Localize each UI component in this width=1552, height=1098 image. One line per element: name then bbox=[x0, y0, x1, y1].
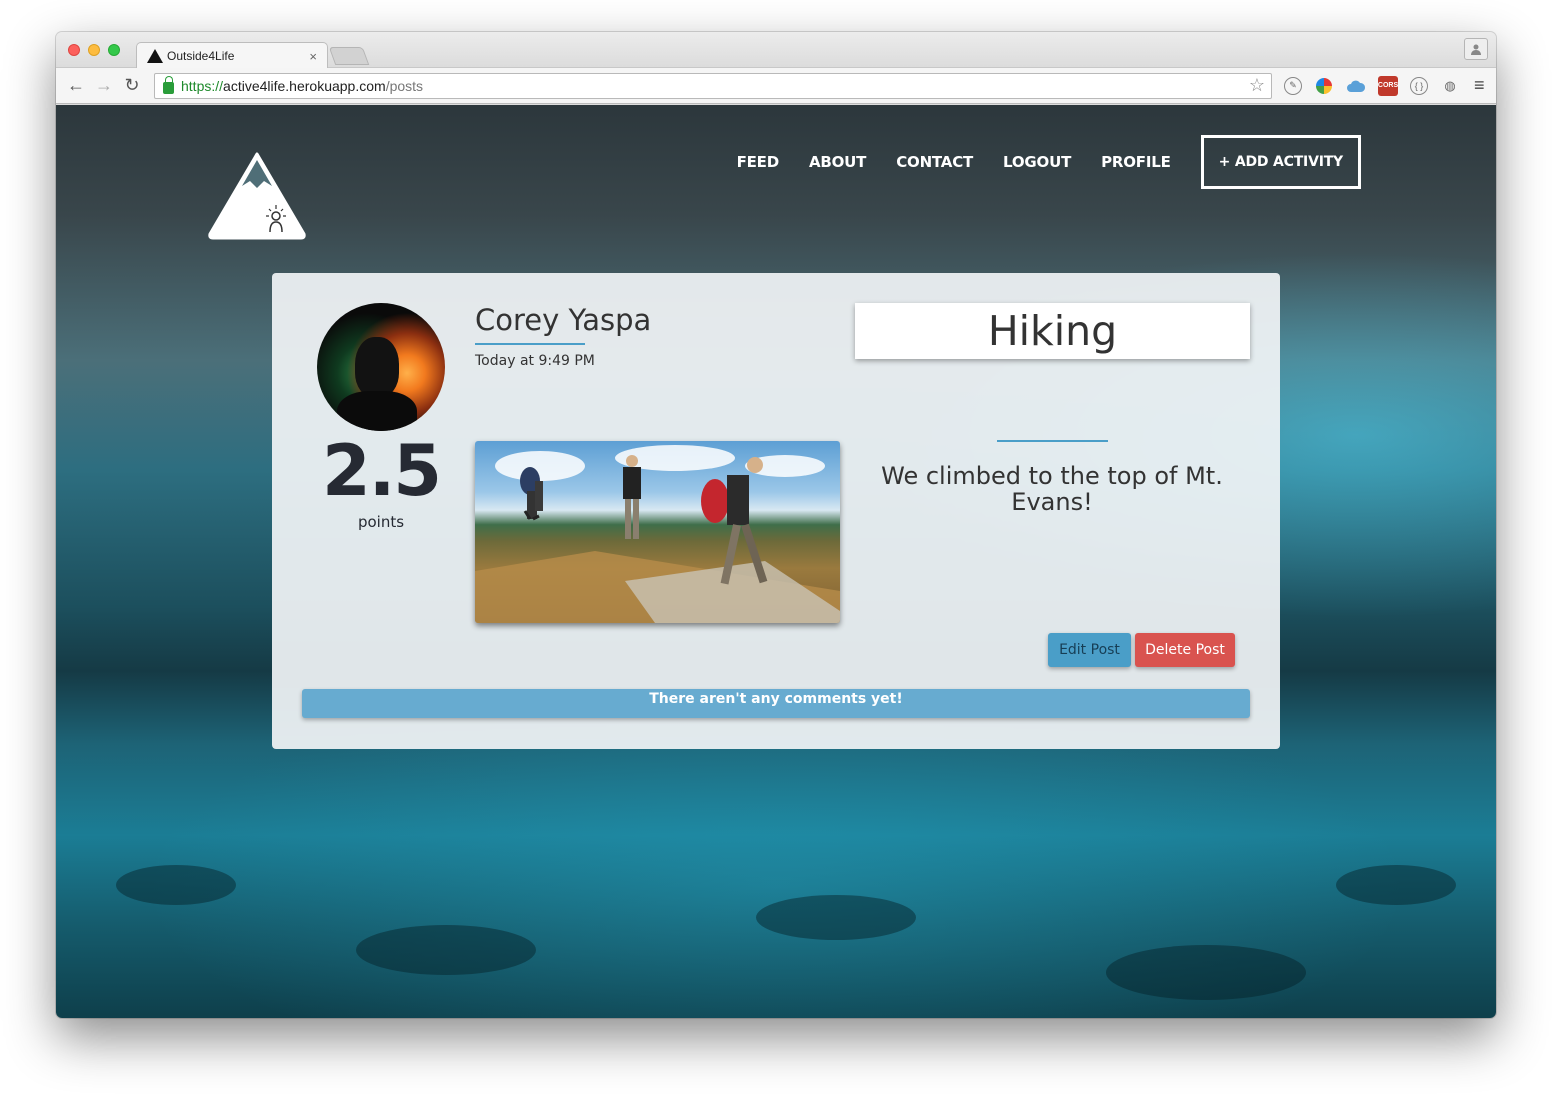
url-host: active4life.herokuapp.com bbox=[223, 77, 386, 94]
post-description: We climbed to the top of Mt. Evans! bbox=[881, 462, 1223, 516]
comments-bar: There aren't any comments yet! bbox=[302, 689, 1250, 718]
points-display: 2.5 points bbox=[317, 431, 445, 531]
profile-menu-icon[interactable] bbox=[1464, 38, 1488, 60]
zoom-window-button[interactable] bbox=[108, 44, 120, 56]
nav-about[interactable]: ABOUT bbox=[809, 153, 866, 171]
webpage-icon[interactable]: ◍ bbox=[1440, 76, 1460, 96]
points-value: 2.5 bbox=[321, 430, 442, 512]
hamburger-menu-icon[interactable]: ≡ bbox=[1474, 75, 1485, 96]
post-card: 2.5 points Corey Yaspa Today at 9:49 PM … bbox=[272, 273, 1280, 749]
browser-tab[interactable]: Outside4Life × bbox=[136, 42, 328, 69]
background-rock bbox=[1106, 945, 1306, 1000]
url-scheme: https:// bbox=[181, 77, 224, 94]
nav-logout[interactable]: LOGOUT bbox=[1003, 153, 1071, 171]
browser-window: Outside4Life × ← → ↻ https://active4life… bbox=[56, 32, 1496, 1018]
address-bar[interactable]: https://active4life.herokuapp.com/posts … bbox=[154, 72, 1272, 99]
forward-arrow-icon[interactable]: → bbox=[92, 74, 116, 98]
extensions-bar: ✎ CORS { } ◍ ≡ bbox=[1284, 75, 1485, 96]
cloud-icon[interactable] bbox=[1346, 76, 1366, 96]
bookmark-star-icon[interactable]: ☆ bbox=[1249, 75, 1265, 96]
post-timestamp: Today at 9:49 PM bbox=[475, 353, 595, 369]
color-picker-icon[interactable] bbox=[1314, 76, 1334, 96]
nav-feed[interactable]: FEED bbox=[737, 153, 780, 171]
browser-toolbar: ← → ↻ https://active4life.herokuapp.com /… bbox=[56, 68, 1496, 104]
page-content: FEED ABOUT CONTACT LOGOUT PROFILE + ADD … bbox=[56, 105, 1496, 1018]
name-divider bbox=[475, 343, 585, 345]
nav-contact[interactable]: CONTACT bbox=[896, 153, 973, 171]
mountain-favicon-icon bbox=[147, 49, 163, 63]
post-photo[interactable] bbox=[475, 441, 840, 623]
background-rock bbox=[116, 865, 236, 905]
description-divider bbox=[997, 440, 1108, 442]
tab-close-icon[interactable]: × bbox=[309, 49, 317, 64]
back-arrow-icon[interactable]: ← bbox=[64, 74, 88, 98]
window-controls bbox=[68, 44, 120, 56]
delete-post-button[interactable]: Delete Post bbox=[1135, 633, 1235, 667]
title-bar: Outside4Life × bbox=[56, 32, 1496, 69]
background-rock bbox=[756, 895, 916, 940]
url-path: /posts bbox=[385, 77, 424, 94]
code-icon[interactable]: { } bbox=[1410, 76, 1428, 95]
reload-icon[interactable]: ↻ bbox=[120, 74, 144, 98]
lock-icon bbox=[163, 75, 174, 94]
points-label: points bbox=[357, 513, 405, 531]
avatar-shoulder-shape bbox=[337, 391, 417, 431]
user-name[interactable]: Corey Yaspa bbox=[475, 303, 651, 337]
main-nav: FEED ABOUT CONTACT LOGOUT PROFILE + ADD … bbox=[737, 135, 1361, 189]
background-rock bbox=[356, 925, 536, 975]
avatar[interactable] bbox=[317, 303, 445, 431]
tab-title: Outside4Life bbox=[167, 49, 235, 63]
add-activity-button[interactable]: + ADD ACTIVITY bbox=[1200, 135, 1361, 189]
new-tab-button[interactable] bbox=[328, 47, 370, 65]
avatar-head-shape bbox=[355, 337, 399, 397]
background-rock bbox=[1336, 865, 1456, 905]
close-window-button[interactable] bbox=[68, 44, 80, 56]
evernote-icon[interactable]: ✎ bbox=[1284, 76, 1302, 95]
hikers-illustration bbox=[475, 455, 840, 623]
site-logo[interactable] bbox=[206, 150, 308, 240]
cors-icon[interactable]: CORS bbox=[1378, 75, 1398, 96]
minimize-window-button[interactable] bbox=[88, 44, 100, 56]
activity-type: Hiking bbox=[855, 303, 1250, 359]
edit-post-button[interactable]: Edit Post bbox=[1048, 633, 1131, 667]
nav-profile[interactable]: PROFILE bbox=[1101, 153, 1171, 171]
